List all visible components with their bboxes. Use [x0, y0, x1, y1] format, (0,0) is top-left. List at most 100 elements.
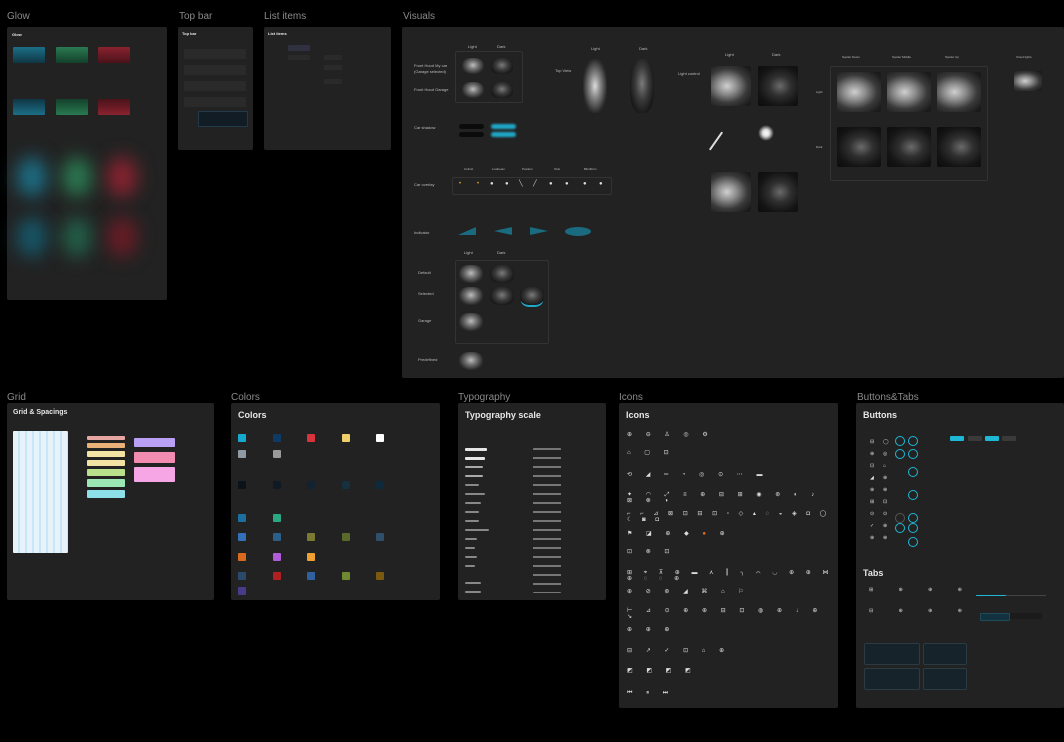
round-button-1[interactable] [895, 436, 905, 446]
round-button-2[interactable] [908, 436, 918, 446]
segmented-tab-inactive[interactable] [1010, 613, 1042, 619]
special-swatch-11 [238, 572, 246, 580]
car-shadow-cyan-1 [491, 124, 516, 129]
top-bar-frame-title: Top bar [182, 31, 197, 36]
secondary-button-1[interactable] [968, 436, 982, 441]
type-row-11 [465, 538, 477, 540]
icons-frame[interactable]: Icons ⊕ ⊖ ♙ ◎ ⚙ ⌂ ▢ ⊡ ⟲ ◢ ═ ◔ ◎ ⊙ ⋯ ▬ ✦ … [619, 403, 838, 708]
spoiler-dark-down [837, 127, 881, 167]
section-label-colors: Colors [231, 392, 260, 403]
row-garage: Garage [418, 318, 432, 323]
grid-bar-6 [87, 479, 125, 487]
overlay-icon-2: • [477, 181, 480, 187]
glow-frame[interactable]: Glow [7, 27, 167, 300]
icon-row-12: ⊟ ↗ ✓ ⊡ ⌂ ⊕ [627, 648, 731, 654]
grid-box-3 [134, 467, 175, 482]
buttons-tabs-frame[interactable]: Buttons ⊟ ⊕ ⊡ ◢ ⊕ ⊞ ⊙ ✓ ⊕ ◯ ◎ ⌂ ⊕ ⊕ ⊡ ⊙ ⊕ ⊕ Tabs ⊞ ⊕ ⊕ ⊕… [856, 403, 1064, 708]
state-selected-light [459, 287, 483, 305]
top-bar-sample-2 [184, 65, 246, 75]
row-selected: Selected [418, 291, 434, 296]
icons-frame-title: Icons [626, 410, 650, 420]
cloud-lights-photo [1014, 71, 1042, 91]
special-swatch-13 [307, 572, 315, 580]
row-front-hood-garage: Front Hood Garage [414, 87, 449, 92]
front-hood-car-light-1 [462, 58, 484, 74]
special-swatch-12 [273, 572, 281, 580]
grid-frame[interactable]: Grid & Spacings [7, 403, 214, 600]
visuals-col-dark: Dark [497, 44, 506, 49]
round-button-9[interactable] [908, 523, 918, 533]
glow-rect-green-2 [56, 99, 88, 115]
section-label-top-bar: Top bar [179, 11, 213, 22]
round-button-11[interactable] [908, 537, 918, 547]
state-predefined-light [459, 352, 483, 370]
button-icons-col-1: ⊟ ⊕ ⊡ ◢ ⊕ ⊞ ⊙ ✓ ⊕ [870, 439, 875, 541]
row-car-overlay: Car overlay [414, 182, 435, 187]
spoiler-col-up: Spoiler Up [945, 55, 960, 59]
tab-underline-active [976, 595, 1006, 596]
type-row-14 [465, 565, 475, 567]
overlay-icon-9: ● [583, 181, 587, 187]
list-items-frame-title: List items [268, 31, 287, 36]
bg-swatch-2 [273, 481, 281, 489]
top-bar-sample-1 [184, 49, 246, 59]
tab-card-2[interactable] [923, 643, 967, 665]
tabs-frame-title: Tabs [863, 568, 884, 578]
round-button-3[interactable] [895, 449, 905, 459]
state-col-light: Light [464, 250, 473, 255]
round-button-6[interactable] [908, 490, 918, 500]
list-item-sample-5 [324, 79, 342, 84]
car-shadow-cyan-2 [491, 132, 516, 137]
overlay-col-position: Position [522, 167, 533, 171]
grid-bar-1 [87, 436, 125, 440]
cloud-lights-label: Cloud lights [1016, 55, 1032, 59]
round-button-10[interactable] [895, 523, 905, 533]
special-swatch-4 [273, 533, 281, 541]
bg-swatch-1 [238, 481, 246, 489]
list-items-frame[interactable]: List items [264, 27, 391, 150]
special-swatch-16 [238, 587, 246, 595]
special-swatch-9 [273, 553, 281, 561]
visuals-frame[interactable]: Light Dark Front Hood My car (Garage sel… [402, 27, 1064, 378]
round-button-8[interactable] [895, 513, 905, 523]
round-button-7[interactable] [908, 513, 918, 523]
section-label-glow: Glow [7, 11, 30, 22]
tab-card-1[interactable] [864, 643, 920, 665]
visuals-col-light: Light [468, 44, 477, 49]
tab-card-3[interactable] [864, 668, 920, 690]
typography-frame[interactable]: Typography scale [458, 403, 606, 600]
grid-box-1 [134, 438, 175, 447]
list-item-sample-4 [324, 65, 342, 70]
bg-swatch-4 [342, 481, 350, 489]
overlay-icon-1: • [459, 181, 462, 187]
color-swatch-gray-2 [273, 450, 281, 458]
tab-icons-row-1: ⊞ ⊕ ⊕ ⊕ [869, 587, 974, 593]
colors-frame[interactable]: Colors [231, 403, 440, 600]
overlay-icon-4: ● [505, 181, 509, 187]
row-car-shadow: Car shadow [414, 125, 436, 130]
glow-rect-blue [13, 47, 45, 63]
spoiler-light-down [837, 72, 881, 112]
primary-button-2[interactable] [985, 436, 999, 441]
round-button-5[interactable] [908, 467, 918, 477]
light-control-col-light: Light [725, 52, 734, 57]
top-bar-frame[interactable]: Top bar [178, 27, 253, 150]
special-swatch-8 [238, 553, 246, 561]
color-swatch-cyan [238, 434, 246, 442]
round-button-4[interactable] [908, 449, 918, 459]
glow-rect-red [98, 47, 130, 63]
grid-bar-4 [87, 460, 125, 466]
segmented-tab-active[interactable] [980, 613, 1010, 621]
spoiler-dark-up [937, 127, 981, 167]
icon-row-7: ⊡ ⊗ ⊡ [627, 549, 676, 555]
special-swatch-14 [342, 572, 350, 580]
car-shadow-dark-1 [459, 124, 484, 129]
overlay-col-strio: Strio [554, 167, 561, 171]
tab-card-4[interactable] [923, 668, 967, 690]
icon-row-10: ⊢ ⊿ ⊙ ⊕ ⊕ ⊟ ⊡ ◍ ⊕ ↓ ⊕ ↘ [627, 608, 824, 620]
secondary-button-2[interactable] [1002, 436, 1016, 441]
light-control-label: Light control [678, 71, 700, 76]
type-row-3 [465, 466, 483, 468]
light-control-photo-dark-2 [758, 172, 798, 212]
primary-button-1[interactable] [950, 436, 964, 441]
